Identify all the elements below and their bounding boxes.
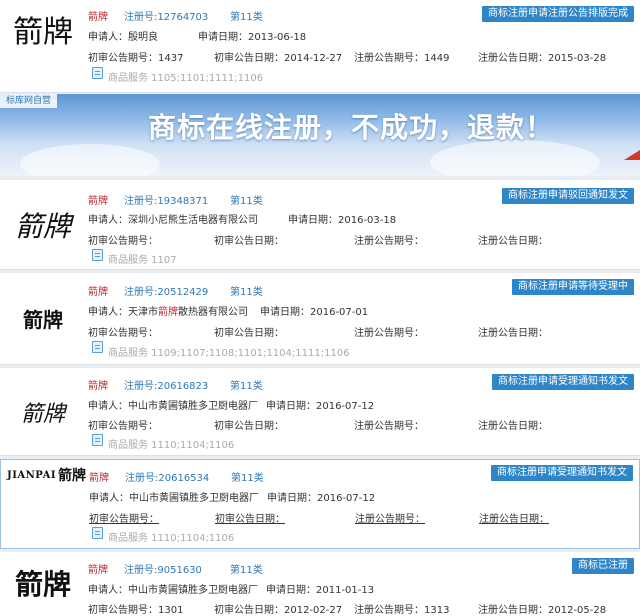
trademark-card[interactable]: 箭牌 箭牌 注册号:20512429 第11类 商标注册申请等待受理中 申请人：…: [0, 273, 640, 365]
prelim-pub-no: 初审公告期号：: [89, 514, 159, 525]
reg-pub-no: 注册公告期号：1449: [354, 53, 450, 64]
document-icon: [92, 249, 103, 261]
trademark-card[interactable]: 箭牌 箭牌 注册号:19348371 第11类 商标注册申请驳回通知发文 申请人…: [0, 180, 640, 270]
registration-number[interactable]: 注册号:20616823: [124, 377, 208, 392]
document-icon: [92, 434, 103, 446]
applicant: 申请人：天津市箭牌散热器有限公司: [88, 307, 248, 318]
apply-date: 申请日期：2013-06-18: [198, 32, 307, 43]
reg-pub-date: 注册公告日期：: [478, 421, 548, 432]
prelim-pub-date: 初审公告日期：: [214, 328, 284, 339]
registration-number[interactable]: 注册号:20616534: [125, 469, 209, 484]
banner-slogan: 商标在线注册，不成功，退款！: [148, 111, 555, 144]
class-label: 第11类: [230, 196, 263, 207]
banner-tag: 标库网自营: [0, 94, 58, 108]
status-badge[interactable]: 商标注册申请驳回通知发文: [502, 188, 634, 204]
class-label: 第11类: [230, 12, 263, 23]
brand-name[interactable]: 箭牌: [88, 283, 108, 298]
reg-pub-no: 注册公告期号：: [354, 236, 424, 247]
apply-date: 申请日期：2011-01-13: [266, 585, 375, 596]
prelim-pub-date: 初审公告日期：2014-12-27: [214, 53, 343, 64]
applicant: 申请人：中山市黄圃镇胜多卫厨电器厂: [88, 401, 258, 412]
brand-name[interactable]: 箭牌: [88, 377, 108, 392]
service-classes: 商品服务 1107: [108, 255, 177, 266]
applicant: 申请人：中山市黄圃镇胜多卫厨电器厂: [88, 585, 258, 596]
class-label: 第11类: [230, 287, 263, 298]
applicant: 申请人：中山市黄圃镇胜多卫厨电器厂: [89, 493, 259, 504]
apply-date: 申请日期：2016-07-12: [267, 493, 376, 504]
reg-pub-date: 注册公告日期：2015-03-28: [478, 53, 607, 64]
service-classes: 商品服务 1110;1104;1106: [108, 440, 235, 451]
applicant: 申请人：深圳小尼熊生活电器有限公司: [88, 215, 258, 226]
applicant: 申请人：殷明良: [88, 32, 158, 43]
reg-pub-no: 注册公告期号：: [354, 421, 424, 432]
reg-pub-no: 注册公告期号：1313: [354, 605, 450, 616]
applicant-highlight: 箭牌: [158, 307, 178, 318]
reg-pub-date: 注册公告日期：2012-05-28: [478, 605, 607, 616]
service-classes: 商品服务 1110;1104;1106: [108, 533, 235, 544]
class-label: 第11类: [230, 381, 263, 392]
service-classes: 商品服务 1105;1101;1111;1106: [108, 73, 264, 84]
brand-name[interactable]: 箭牌: [88, 8, 108, 23]
prelim-pub-date: 初审公告日期：: [214, 236, 284, 247]
registration-number[interactable]: 注册号:20512429: [124, 283, 208, 298]
brand-name[interactable]: 箭牌: [88, 561, 108, 576]
trademark-logo: 箭牌: [23, 308, 63, 332]
prelim-pub-no: 初审公告期号：1301: [88, 605, 184, 616]
prelim-pub-no: 初审公告期号：: [88, 236, 158, 247]
trademark-card[interactable]: 箭牌 箭牌 注册号:9051630 第11类 商标已注册 申请人：中山市黄圃镇胜…: [0, 552, 640, 616]
brand-name[interactable]: 箭牌: [88, 192, 108, 207]
status-badge[interactable]: 商标注册申请等待受理中: [512, 279, 634, 295]
prelim-pub-date: 初审公告日期：: [215, 514, 285, 525]
prelim-pub-no: 初审公告期号：1437: [88, 53, 184, 64]
status-badge[interactable]: 商标注册申请注册公告排版完成: [482, 6, 634, 22]
status-badge[interactable]: 商标注册申请受理通知书发文: [492, 374, 634, 390]
trademark-logo: 箭牌: [14, 209, 71, 243]
class-label: 第11类: [231, 473, 264, 484]
registration-number[interactable]: 注册号:19348371: [124, 192, 208, 207]
service-classes: 商品服务 1109;1107;1108;1101;1104;1111;1106: [108, 348, 350, 359]
prelim-pub-no: 初审公告期号：: [88, 328, 158, 339]
reg-pub-no: 注册公告期号：: [354, 328, 424, 339]
trademark-card[interactable]: 箭牌 箭牌 注册号:12764703 第11类 商标注册申请注册公告排版完成 申…: [0, 0, 640, 93]
prelim-pub-date: 初审公告日期：2012-02-27: [214, 605, 343, 616]
document-icon: [92, 527, 103, 539]
class-label: 第11类: [230, 565, 263, 576]
logo-latin: JIANPAI: [7, 469, 57, 481]
trademark-logo: 箭牌: [20, 401, 65, 427]
apply-date: 申请日期：2016-03-18: [288, 215, 397, 226]
status-badge[interactable]: 商标注册申请受理通知书发文: [491, 465, 633, 481]
brand-name[interactable]: 箭牌: [89, 469, 109, 484]
registration-number[interactable]: 注册号:9051630: [124, 561, 202, 576]
trademark-card[interactable]: JIANPAI 箭牌 箭牌 注册号:20616534 第11类 商标注册申请受理通…: [0, 459, 640, 549]
reg-pub-date: 注册公告日期：: [479, 514, 549, 525]
reg-pub-date: 注册公告日期：: [478, 236, 548, 247]
reg-pub-no: 注册公告期号：: [355, 514, 425, 525]
flag-shape: [624, 150, 640, 160]
document-icon: [92, 341, 103, 353]
trademark-card[interactable]: 箭牌 箭牌 注册号:20616823 第11类 商标注册申请受理通知书发文 申请…: [0, 368, 640, 456]
document-icon: [92, 67, 103, 79]
registration-number[interactable]: 注册号:12764703: [124, 8, 208, 23]
trademark-logo: JIANPAI 箭牌: [7, 468, 87, 484]
prelim-pub-date: 初审公告日期：: [214, 421, 284, 432]
trademark-logo: 箭牌: [14, 568, 71, 601]
promo-banner[interactable]: 标库网自营 商标在线注册，不成功，退款！: [0, 94, 640, 176]
trademark-logo: 箭牌: [13, 15, 73, 50]
apply-date: 申请日期：2016-07-12: [266, 401, 375, 412]
apply-date: 申请日期：2016-07-01: [260, 307, 369, 318]
status-badge[interactable]: 商标已注册: [572, 558, 634, 574]
prelim-pub-no: 初审公告期号：: [88, 421, 158, 432]
reg-pub-date: 注册公告日期：: [478, 328, 548, 339]
